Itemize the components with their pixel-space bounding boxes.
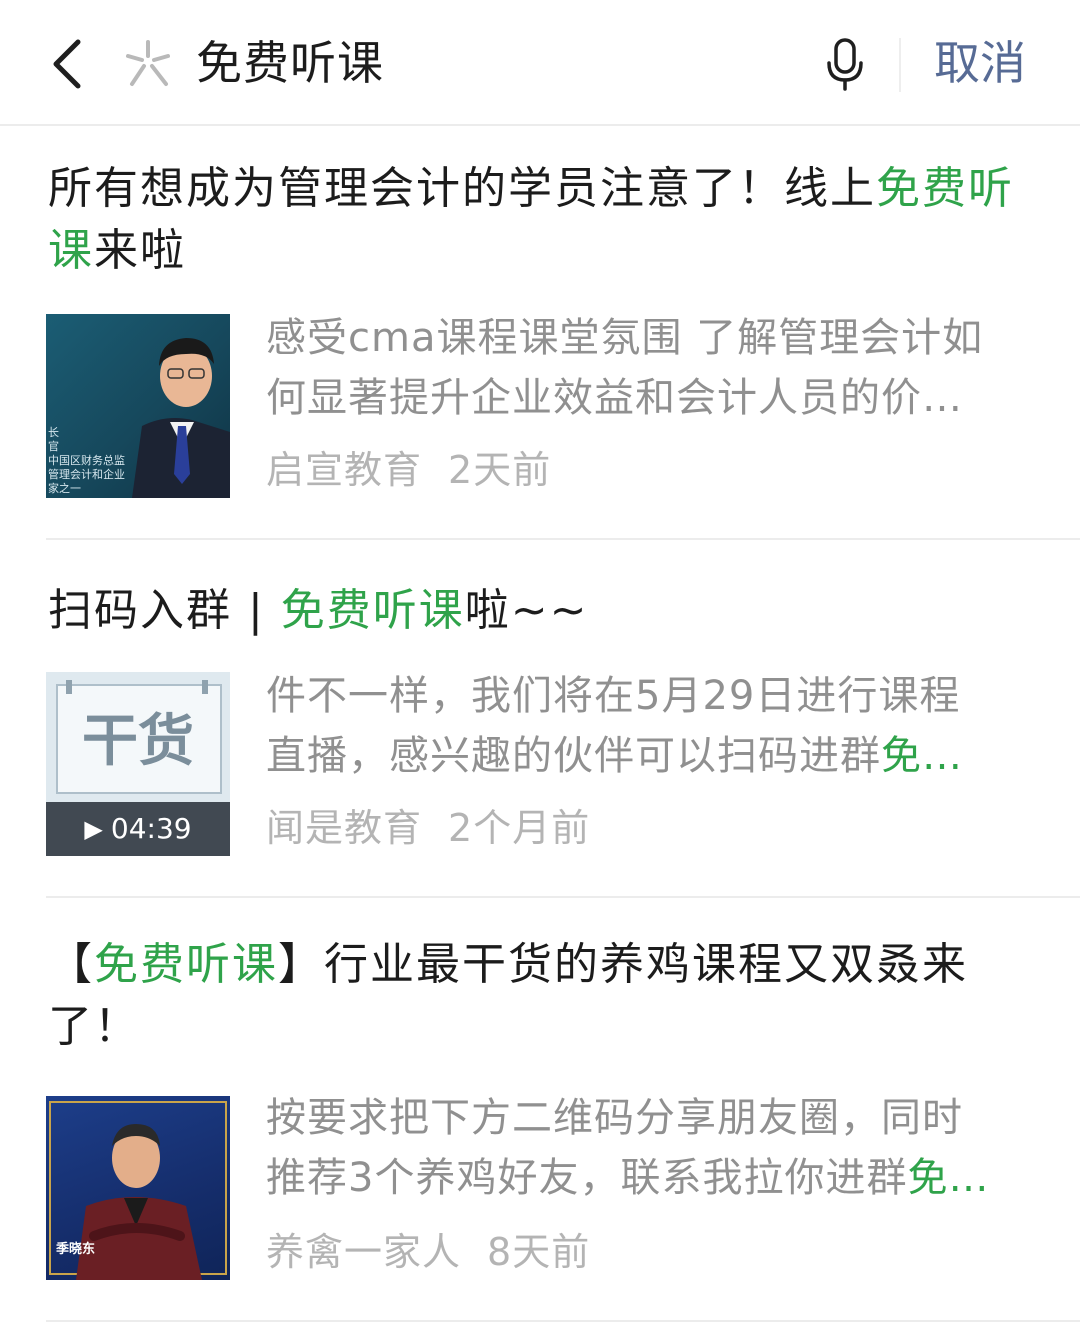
play-icon: ▶ [84, 815, 103, 843]
summary-line: 何显著提升企业效益和会计人员的价… [266, 368, 1036, 428]
result-meta: 养禽一家人 8天前 [266, 1224, 590, 1280]
thumb-caption-line: 中国区财务总监 [48, 454, 125, 467]
back-button[interactable] [38, 34, 94, 94]
search-result-1[interactable]: 所有想成为管理会计的学员注意了！线上免费听课来啦 长 官 中国区财务总监 管理会… [0, 128, 1080, 540]
title-text: 扫码入群 | [48, 585, 281, 636]
summary-line: 按要求把下方二维码分享朋友圈，同时 [266, 1095, 963, 1141]
search-result-3[interactable]: 【免费听课】行业最干货的养鸡课程又双叒来了！ 季晓东 按要求把下方二维码分享朋友… [0, 898, 1080, 1322]
title-text-tail: 来啦 [94, 225, 186, 276]
thumb-caption-line: 管理会计和企业 [48, 468, 125, 481]
result-source: 养禽一家人 [266, 1230, 462, 1274]
summary-text: 推荐3个养鸡好友，联系我拉你进群 [266, 1155, 908, 1201]
result-time: 8天前 [487, 1230, 591, 1274]
title-text: 所有想成为管理会计的学员注意了！线上 [48, 163, 876, 214]
result-title[interactable]: 【免费听课】行业最干货的养鸡课程又双叒来了！ [48, 934, 1028, 1058]
thumb-board-pin [202, 680, 208, 694]
thumb-caption-line: 家之一 [48, 482, 81, 495]
video-thumbnail[interactable]: 干货 ▶ 04:39 [46, 672, 230, 856]
summary-line: 感受cma课程课堂氛围 了解管理会计如 [266, 315, 984, 361]
result-meta: 闻是教育 2个月前 [266, 800, 590, 856]
summary-text: 何显著提升企业效益和会计人员的价… [266, 375, 963, 421]
result-source: 闻是教育 [266, 806, 423, 850]
summary-line: 直播，感兴趣的伙伴可以扫码进群免… [266, 726, 1036, 786]
result-title[interactable]: 所有想成为管理会计的学员注意了！线上免费听课来啦 [48, 158, 1028, 282]
cancel-button[interactable]: 取消 [934, 30, 1026, 96]
result-time: 2个月前 [448, 806, 591, 850]
summary-keyword-highlight: 免… [881, 733, 963, 779]
summary-keyword-highlight: 免… [907, 1155, 990, 1201]
search-header: 免费听课 取消 [0, 0, 1080, 126]
chevron-left-icon [53, 39, 81, 89]
result-time: 2天前 [448, 448, 552, 492]
result-summary: 件不一样，我们将在5月29日进行课程 直播，感兴趣的伙伴可以扫码进群免… [266, 666, 1036, 790]
thumb-caption-line: 官 [48, 440, 59, 453]
search-result-2[interactable]: 扫码入群 | 免费听课啦~~ 干货 ▶ 04:39 件不一样，我们将在5月29日进… [0, 540, 1080, 896]
thumb-board-pin [66, 680, 72, 694]
result-divider [46, 1320, 1080, 1322]
result-summary: 按要求把下方二维码分享朋友圈，同时 推荐3个养鸡好友，联系我拉你进群免… [266, 1088, 1036, 1212]
title-keyword-highlight: 免费听课 [94, 939, 278, 990]
result-summary: 感受cma课程课堂氛围 了解管理会计如 何显著提升企业效益和会计人员的价… [266, 308, 1036, 432]
video-duration-badge: ▶ 04:39 [46, 802, 230, 856]
result-source: 启宣教育 [266, 448, 423, 492]
summary-line: 件不一样，我们将在5月29日进行课程 [266, 673, 961, 719]
summary-line: 推荐3个养鸡好友，联系我拉你进群免… [266, 1148, 1036, 1208]
voice-search-button[interactable] [818, 36, 872, 92]
microphone-icon [827, 38, 863, 91]
summary-text: 直播，感兴趣的伙伴可以扫码进群 [266, 733, 881, 779]
result-thumbnail[interactable]: 长 官 中国区财务总监 管理会计和企业 家之一 [46, 314, 230, 498]
thumb-caption: 季晓东 [56, 1242, 96, 1257]
thumb-text: 干货 [82, 709, 194, 774]
title-text-tail: 啦~~ [464, 585, 589, 636]
search-input[interactable]: 免费听课 [196, 30, 384, 96]
thumb-caption: 长 官 中国区财务总监 管理会计和企业 家之一 [48, 426, 125, 496]
header-divider [899, 38, 901, 92]
result-title[interactable]: 扫码入群 | 免费听课啦~~ [48, 580, 1028, 642]
title-text: 【 [48, 939, 94, 990]
result-meta: 启宣教育 2天前 [266, 442, 551, 498]
thumb-caption-line: 长 [48, 426, 59, 439]
search-logo-icon [126, 40, 170, 86]
title-keyword-highlight: 免费听课 [280, 585, 465, 636]
video-duration: 04:39 [110, 812, 192, 845]
result-thumbnail[interactable]: 季晓东 [46, 1096, 230, 1280]
